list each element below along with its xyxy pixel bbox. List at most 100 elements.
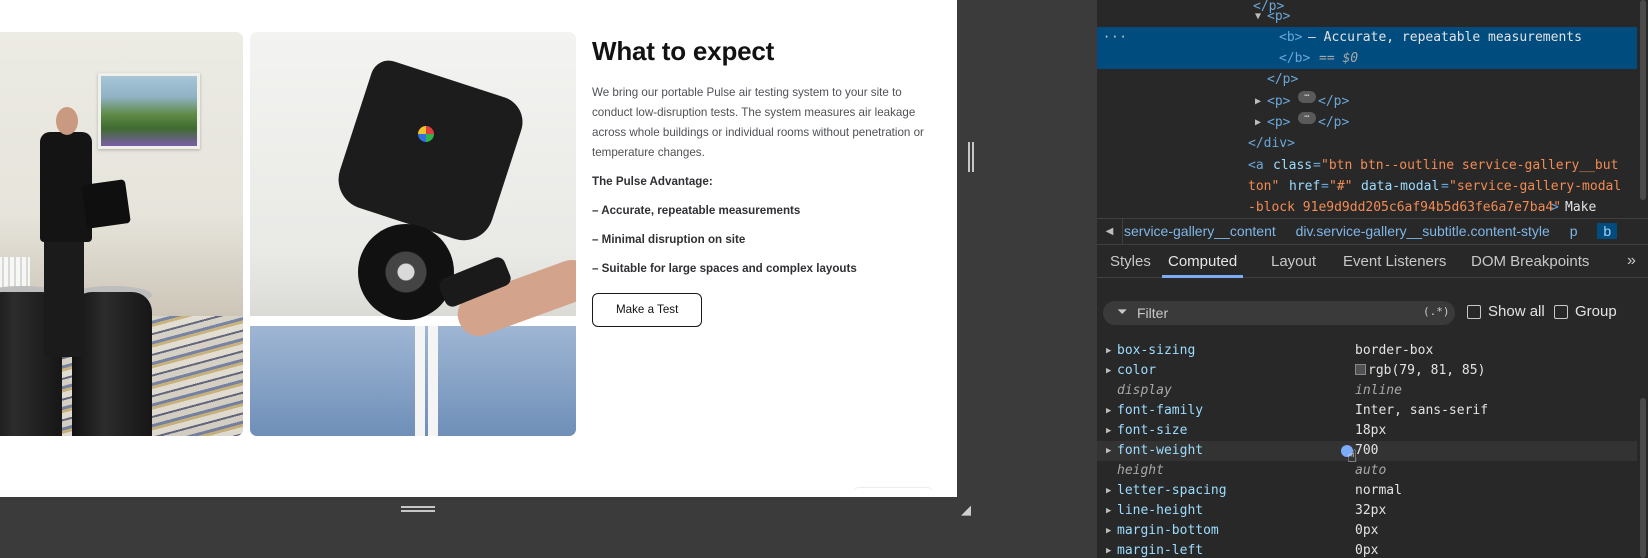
group-checkbox[interactable] <box>1554 305 1568 319</box>
b-close-tag: </b> <box>1279 51 1311 66</box>
filter-input[interactable] <box>1137 301 1417 325</box>
advantage-point: – Accurate, repeatable measurements <box>592 204 801 217</box>
section-heading: What to expect <box>592 36 775 66</box>
p-open-tag: <p> <box>1267 9 1291 24</box>
expand-arrow-icon[interactable]: ▶ <box>1106 541 1111 558</box>
expand-arrow-icon[interactable]: ▶ <box>1106 521 1111 541</box>
anchor-node-cont[interactable]: -block_91e9d9dd205c6af94b5d63fe6a7e7ba4"… <box>1097 197 1637 212</box>
window <box>250 316 576 436</box>
node-menu-icon[interactable]: ··· <box>1103 27 1128 48</box>
air-hood <box>330 55 530 249</box>
make-a-test-button[interactable]: Make a Test <box>592 293 703 327</box>
test-unit-drum <box>72 292 152 436</box>
tab-event-listeners[interactable]: Event Listeners <box>1343 246 1446 278</box>
devtools-panel: </p> ▼ <p> ··· <b> – Accurate, repeatabl… <box>1097 0 1648 558</box>
tab-dom-breakpoints[interactable]: DOM Breakpoints <box>1471 246 1589 278</box>
computed-property[interactable]: ▶ font-size 18px <box>1097 421 1637 441</box>
resize-corner-icon[interactable]: ◢ <box>961 502 976 517</box>
collapsed-children-icon[interactable]: ⋯ <box>1298 112 1316 124</box>
viewport-height-resizer[interactable] <box>0 497 981 519</box>
computed-scrollbar[interactable] <box>1640 398 1646 558</box>
computed-property[interactable]: ▶ color rgb(79, 81, 85) <box>1097 361 1637 381</box>
expand-arrow-icon[interactable]: ▶ <box>1106 441 1111 461</box>
breadcrumb-item[interactable]: service-gallery__content <box>1124 223 1276 239</box>
breadcrumb-item-active[interactable]: b <box>1597 223 1618 239</box>
b-text: – Accurate, repeatable measurements <box>1308 30 1582 45</box>
expand-arrow-icon[interactable]: ▶ <box>1106 501 1111 521</box>
breadcrumb-scroll-left-icon[interactable]: ◀ <box>1097 219 1123 244</box>
div-close-tag: </div> <box>1248 136 1295 151</box>
color-swatch[interactable] <box>1355 364 1366 375</box>
computed-property[interactable]: ▶ margin-bottom 0px <box>1097 521 1637 541</box>
anchor-node[interactable]: <a class = "btn btn--outline service-gal… <box>1097 155 1637 176</box>
dom-breadcrumb: ◀ service-gallery__content div.service-g… <box>1097 218 1648 245</box>
p-close-tag: </p> <box>1267 72 1299 87</box>
sidebar-tabs: Styles Computed Layout Event Listeners D… <box>1097 246 1648 278</box>
dom-node[interactable]: ▼ <p> <box>1097 6 1637 27</box>
b-open-tag: <b> <box>1279 30 1303 45</box>
show-all-checkbox[interactable] <box>1467 305 1481 319</box>
technician-head <box>56 107 78 135</box>
more-tabs-icon[interactable]: » <box>1627 246 1636 276</box>
breadcrumb-item[interactable]: div.service-gallery__subtitle.content-st… <box>1296 223 1550 239</box>
expand-arrow-icon[interactable]: ▶ <box>1106 341 1111 361</box>
anchor-node-cont[interactable]: ton" href = "#" data-modal = "service-ga… <box>1097 176 1637 197</box>
air-tester-photo <box>250 32 576 436</box>
expand-arrow-icon[interactable]: ▶ <box>1106 361 1111 381</box>
fan-unit <box>358 224 454 320</box>
dom-node[interactable]: </p> <box>1097 69 1637 90</box>
device-toolbar-gutter <box>0 519 1097 558</box>
technician-photo <box>0 32 243 436</box>
computed-property[interactable]: height auto <box>1097 461 1637 481</box>
vertical-grip-icon <box>968 142 970 172</box>
computed-filter-row: ⏷ (.*) Show all Group <box>1097 295 1648 331</box>
window-frame <box>428 326 438 436</box>
elements-scrollbar[interactable] <box>1639 0 1647 212</box>
collapsed-children-icon[interactable]: ⋯ <box>1298 91 1316 103</box>
computed-property[interactable]: ▶ line-height 32px <box>1097 501 1637 521</box>
computed-property[interactable]: display inline <box>1097 381 1637 401</box>
brand-logo <box>418 126 434 142</box>
advantage-point: – Suitable for large spaces and complex … <box>592 262 857 275</box>
console-ref: == $0 <box>1319 51 1359 66</box>
computed-property[interactable]: ▶ letter-spacing normal <box>1097 481 1637 501</box>
advantage-point: – Minimal disruption on site <box>592 233 746 246</box>
selected-dom-node[interactable]: ··· <b> – Accurate, repeatable measureme… <box>1097 27 1637 48</box>
floating-widget-edge <box>853 487 933 497</box>
group-label: Group <box>1575 303 1617 320</box>
computed-property-hovered[interactable]: ▶ font-weight 700 ☝ <box>1097 441 1637 467</box>
show-all-label: Show all <box>1488 303 1545 320</box>
wall-painting <box>98 73 200 149</box>
expand-arrow-icon[interactable]: ▶ <box>1255 112 1265 133</box>
filter-box: ⏷ (.*) <box>1103 301 1455 325</box>
advantage-title: The Pulse Advantage: <box>592 175 713 188</box>
dom-node-collapsed[interactable]: ▶ <p> ⋯ </p> <box>1097 91 1637 112</box>
tab-computed[interactable]: Computed <box>1162 246 1244 278</box>
browser-window: What to expect We bring our portable Pul… <box>0 0 1648 558</box>
page-viewport: What to expect We bring our portable Pul… <box>0 0 957 497</box>
horizontal-grip-icon <box>401 506 435 508</box>
elements-tree: </p> ▼ <p> ··· <b> – Accurate, repeatabl… <box>1097 0 1648 212</box>
breadcrumb-item[interactable]: p <box>1570 223 1578 239</box>
equipment-case <box>81 179 131 229</box>
expand-arrow-icon[interactable]: ▶ <box>1106 481 1111 501</box>
expand-arrow-icon[interactable]: ▶ <box>1106 421 1111 441</box>
tab-layout[interactable]: Layout <box>1271 246 1316 278</box>
window-frame <box>415 326 425 436</box>
computed-properties-list: ▶ box-sizing border-box ▶ color rgb(79, … <box>1097 332 1648 558</box>
dom-node[interactable]: </div> <box>1097 133 1637 154</box>
expand-arrow-icon[interactable]: ▶ <box>1255 91 1265 112</box>
expand-arrow-icon[interactable]: ▶ <box>1106 401 1111 421</box>
service-content: What to expect We bring our portable Pul… <box>592 32 932 327</box>
computed-property[interactable]: ▶ box-sizing border-box <box>1097 341 1637 361</box>
computed-property[interactable]: ▶ font-family Inter, sans-serif <box>1097 401 1637 421</box>
intro-paragraph: We bring our portable Pulse air testing … <box>592 86 924 159</box>
regex-toggle-icon[interactable]: (.*) <box>1423 305 1450 318</box>
filter-icon: ⏷ <box>1117 304 1128 319</box>
technician-legs <box>44 237 84 357</box>
computed-property[interactable]: ▶ margin-left 0px <box>1097 541 1637 558</box>
tab-styles[interactable]: Styles <box>1110 246 1151 278</box>
viewport-width-resizer[interactable] <box>957 0 981 519</box>
dom-node-collapsed[interactable]: ▶ <p> ⋯ </p> <box>1097 112 1637 133</box>
selected-dom-node-close[interactable]: </b> == $0 <box>1097 48 1637 69</box>
